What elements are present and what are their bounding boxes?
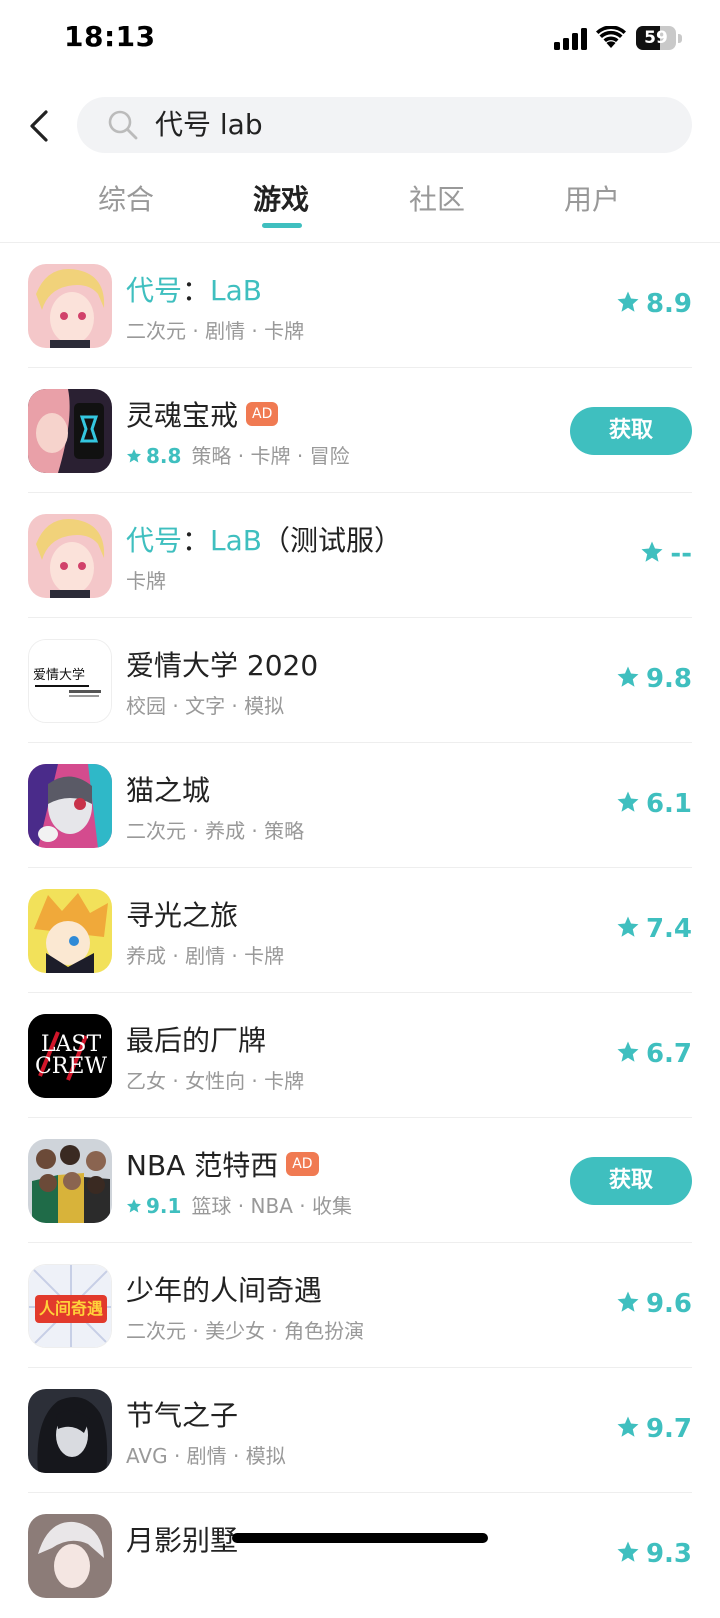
list-item[interactable]: 代号：LaB 二次元 · 剧情 · 卡牌 8.9 xyxy=(0,243,720,368)
list-item[interactable]: 爱情大学 爱情大学 2020 校园 · 文字 · 模拟 9.8 xyxy=(0,618,720,743)
game-title: 代号：LaB xyxy=(126,274,262,307)
star-icon xyxy=(617,291,639,312)
rating: 9.1 xyxy=(126,1194,181,1218)
star-icon xyxy=(617,1416,639,1437)
game-tags: AVG · 剧情 · 模拟 xyxy=(126,1444,286,1468)
rating: -- xyxy=(640,539,692,573)
game-title: 最后的厂牌 xyxy=(126,1024,267,1057)
game-icon-text: 爱情大学 xyxy=(33,668,86,683)
game-icon xyxy=(28,889,112,973)
game-title: 灵魂宝戒 AD xyxy=(126,394,279,434)
star-icon xyxy=(617,1291,639,1312)
game-icon xyxy=(28,1139,112,1223)
game-icon-text: 人间奇遇 xyxy=(38,1299,103,1318)
game-title: 代号：LaB（测试服） xyxy=(126,524,403,557)
star-icon xyxy=(617,916,639,937)
game-icon xyxy=(28,389,112,473)
cellular-signal-icon xyxy=(554,28,587,50)
game-tags: 二次元 · 美少女 · 角色扮演 xyxy=(126,1319,365,1343)
game-title: 少年的人间奇遇 xyxy=(126,1274,323,1307)
back-button[interactable] xyxy=(22,104,62,148)
list-item[interactable]: 代号：LaB（测试服） 卡牌 -- xyxy=(0,493,720,618)
tab-games[interactable]: 游戏 xyxy=(221,178,341,218)
game-tags: 校园 · 文字 · 模拟 xyxy=(126,694,285,718)
search-input[interactable]: 代号 lab xyxy=(77,97,692,153)
tab-community[interactable]: 社区 xyxy=(377,178,497,218)
game-title: 节气之子 xyxy=(126,1399,239,1432)
rating: 6.1 xyxy=(616,789,692,823)
game-icon xyxy=(28,764,112,848)
search-icon xyxy=(108,110,138,140)
star-icon xyxy=(617,666,639,687)
list-item[interactable]: 猫之城 二次元 · 养成 · 策略 6.1 xyxy=(0,743,720,868)
list-item[interactable]: 灵魂宝戒 AD 8.8 策略 · 卡牌 · 冒险 获取 xyxy=(0,368,720,493)
search-query: 代号 lab xyxy=(155,108,263,141)
wifi-icon xyxy=(596,26,626,48)
rating: 8.9 xyxy=(616,289,692,323)
list-item[interactable]: 月影别墅 9.3 xyxy=(0,1493,720,1618)
status-time: 18:13 xyxy=(64,20,156,53)
star-icon xyxy=(127,1199,141,1213)
battery-icon: 59 xyxy=(636,26,684,52)
game-icon: 爱情大学 xyxy=(28,639,112,723)
rating: 9.6 xyxy=(616,1289,692,1323)
status-bar: 18:13 59 xyxy=(0,0,720,80)
ad-badge: AD xyxy=(286,1152,319,1176)
game-title: 月影别墅 xyxy=(126,1524,239,1557)
list-item[interactable]: NBA 范特西 AD 9.1 篮球 · NBA · 收集 获取 xyxy=(0,1118,720,1243)
get-button[interactable]: 获取 xyxy=(570,1157,692,1205)
game-tags: 卡牌 xyxy=(126,569,166,593)
star-icon xyxy=(617,1541,639,1562)
get-button[interactable]: 获取 xyxy=(570,407,692,455)
ad-badge: AD xyxy=(246,402,279,426)
list-item[interactable]: 节气之子 AVG · 剧情 · 模拟 9.7 xyxy=(0,1368,720,1493)
star-icon xyxy=(127,449,141,463)
star-icon xyxy=(641,541,663,562)
home-indicator xyxy=(232,1533,488,1543)
game-tags: 养成 · 剧情 · 卡牌 xyxy=(126,944,285,968)
game-tags: 9.1 篮球 · NBA · 收集 xyxy=(126,1190,352,1219)
game-tags: 乙女 · 女性向 · 卡牌 xyxy=(126,1069,305,1093)
rating: 9.7 xyxy=(616,1414,692,1448)
game-title: 寻光之旅 xyxy=(126,899,239,932)
rating: 8.8 xyxy=(126,444,181,468)
game-tags: 二次元 · 剧情 · 卡牌 xyxy=(126,319,305,343)
tab-overview[interactable]: 综合 xyxy=(66,178,186,218)
list-item[interactable]: 寻光之旅 养成 · 剧情 · 卡牌 7.4 xyxy=(0,868,720,993)
tab-bar: 综合 游戏 社区 用户 xyxy=(0,178,720,242)
game-icon xyxy=(28,264,112,348)
list-item[interactable]: LAST CREW 最后的厂牌 乙女 · 女性向 · 卡牌 6.7 xyxy=(0,993,720,1118)
game-icon: 人间奇遇 xyxy=(28,1264,112,1348)
tab-active-indicator xyxy=(262,223,302,228)
star-icon xyxy=(617,791,639,812)
game-list: 代号：LaB 二次元 · 剧情 · 卡牌 8.9 灵魂宝戒 AD 8.8 策略 · … xyxy=(0,243,720,1618)
game-icon xyxy=(28,1514,112,1598)
game-title: 爱情大学 2020 xyxy=(126,649,319,682)
game-tags: 二次元 · 养成 · 策略 xyxy=(126,819,305,843)
game-icon xyxy=(28,514,112,598)
rating: 9.3 xyxy=(616,1539,692,1573)
game-title: NBA 范特西 AD xyxy=(126,1144,319,1184)
rating: 6.7 xyxy=(616,1039,692,1073)
game-icon: LAST CREW xyxy=(28,1014,112,1098)
game-tags: 8.8 策略 · 卡牌 · 冒险 xyxy=(126,440,350,469)
game-title: 猫之城 xyxy=(126,774,211,807)
game-icon-text: LAST CREW xyxy=(34,1032,108,1079)
list-item[interactable]: 人间奇遇 少年的人间奇遇 二次元 · 美少女 · 角色扮演 9.6 xyxy=(0,1243,720,1368)
rating: 9.8 xyxy=(616,664,692,698)
game-icon xyxy=(28,1389,112,1473)
tab-users[interactable]: 用户 xyxy=(532,178,652,218)
battery-level: 59 xyxy=(644,28,668,48)
star-icon xyxy=(617,1041,639,1062)
rating: 7.4 xyxy=(616,914,692,948)
